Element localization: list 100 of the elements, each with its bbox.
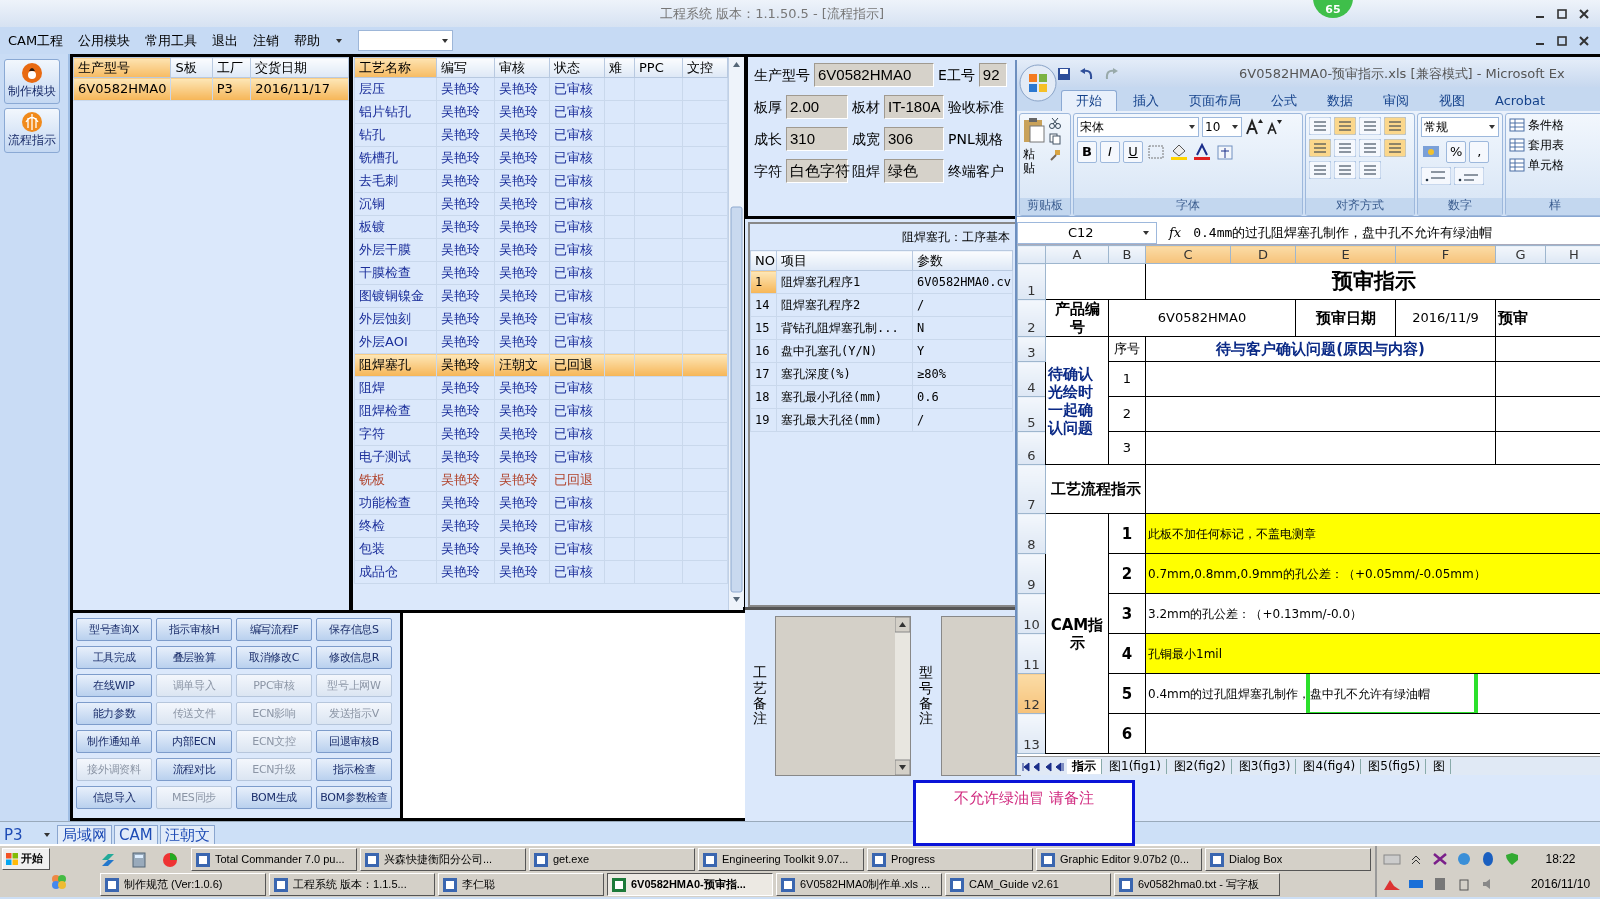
menu-item[interactable]: CAM工程 bbox=[8, 32, 64, 49]
text-field[interactable]: 310 bbox=[786, 127, 848, 151]
redo-icon[interactable] bbox=[1103, 66, 1119, 81]
name-box[interactable]: C12 bbox=[1017, 221, 1157, 244]
sheet-tab[interactable]: 图4(fig4) bbox=[1298, 759, 1362, 774]
taskbar-button[interactable]: CAM_Guide v2.61 bbox=[945, 873, 1111, 896]
action-button[interactable]: 能力参数 bbox=[76, 702, 152, 725]
sidebar-button[interactable]: 制作模块 bbox=[4, 59, 60, 104]
row-header[interactable]: 5 bbox=[1017, 396, 1046, 432]
format-button[interactable]: , bbox=[1469, 141, 1490, 163]
dropdown-field[interactable]: P3 bbox=[0, 826, 55, 844]
font-color-icon[interactable] bbox=[1192, 143, 1212, 161]
row-header[interactable]: 7 bbox=[1017, 464, 1046, 514]
pie-icon[interactable] bbox=[162, 851, 178, 868]
shield-icon[interactable] bbox=[1503, 852, 1521, 867]
format-button[interactable]: U bbox=[1123, 141, 1143, 163]
row-header[interactable]: 8 bbox=[1017, 513, 1046, 554]
taskbar-button[interactable]: get.exe bbox=[529, 848, 695, 871]
tab[interactable]: CAM bbox=[114, 825, 158, 844]
align-icon[interactable] bbox=[1359, 139, 1381, 157]
taskbar-button[interactable]: 工程系统 版本：1.1.5... bbox=[269, 873, 435, 896]
taskbar-button[interactable]: Engineering Toolkit 9.07... bbox=[698, 848, 864, 871]
row-header[interactable]: 2 bbox=[1017, 299, 1046, 337]
align-icon[interactable] bbox=[1359, 161, 1381, 179]
arrows-icon[interactable] bbox=[100, 851, 116, 868]
action-button[interactable]: 取消修改C bbox=[236, 646, 312, 669]
menu-item[interactable]: 常用工具 bbox=[145, 32, 198, 49]
format-button[interactable]: % bbox=[1446, 141, 1467, 163]
taskbar-button[interactable]: Graphic Editor 9.07b2 (0... bbox=[1036, 848, 1202, 871]
tab[interactable]: 汪朝文 bbox=[159, 825, 215, 844]
column-header[interactable]: 编写 bbox=[436, 57, 495, 78]
decimal-icon[interactable] bbox=[1454, 167, 1484, 185]
maximize-icon[interactable] bbox=[1556, 7, 1568, 20]
sheet-tab[interactable]: 图5(fig5) bbox=[1363, 759, 1427, 774]
row-header[interactable]: 1 bbox=[1017, 263, 1046, 300]
text-field[interactable]: 绿色 bbox=[884, 159, 944, 183]
row-header[interactable]: 10 bbox=[1017, 593, 1046, 634]
align-icon[interactable] bbox=[1334, 139, 1356, 157]
action-button[interactable]: 回退审核B bbox=[316, 730, 392, 753]
style-command[interactable]: 单元格 bbox=[1528, 157, 1564, 173]
ribbon-tab[interactable]: 视图 bbox=[1425, 91, 1479, 111]
action-button[interactable]: 编写流程F bbox=[236, 618, 312, 641]
close-icon[interactable] bbox=[1578, 34, 1590, 47]
dropdown-field[interactable] bbox=[358, 30, 454, 51]
column-header[interactable]: PPC bbox=[634, 57, 683, 78]
text-field[interactable]: 92 bbox=[978, 63, 1007, 87]
column-header[interactable]: F bbox=[1395, 245, 1496, 264]
column-header[interactable]: 交货日期 bbox=[250, 57, 349, 78]
calculator-icon[interactable] bbox=[132, 851, 146, 868]
copy-icon[interactable] bbox=[1049, 133, 1061, 145]
table-icon[interactable] bbox=[1509, 137, 1525, 153]
column-header[interactable]: NO bbox=[750, 250, 777, 271]
style-command[interactable]: 条件格 bbox=[1528, 117, 1564, 133]
font-field[interactable]: 宋体 bbox=[1077, 117, 1199, 137]
paste-icon[interactable] bbox=[1023, 117, 1045, 143]
undo-icon[interactable] bbox=[1079, 66, 1095, 81]
menu-item[interactable]: 退出 bbox=[212, 32, 239, 49]
action-button[interactable]: 修改信息R bbox=[316, 646, 392, 669]
ribbon-tab[interactable]: 开始 bbox=[1061, 90, 1117, 111]
column-header[interactable]: S板 bbox=[170, 57, 213, 78]
row-header[interactable]: 6 bbox=[1017, 431, 1046, 465]
action-button[interactable]: 在线WIP bbox=[76, 674, 152, 697]
taskbar-button[interactable]: 6v0582hma0.txt - 写字板 bbox=[1114, 873, 1280, 896]
taskbar-button[interactable]: 6V0582HMA0制作单.xls ... bbox=[776, 873, 942, 896]
action-button[interactable]: 指示审核H bbox=[156, 618, 232, 641]
row-header[interactable]: 11 bbox=[1017, 633, 1046, 674]
ribbon-tab[interactable]: Acrobat bbox=[1481, 91, 1560, 111]
action-button[interactable]: 指示检查 bbox=[316, 758, 392, 781]
maximize-icon[interactable] bbox=[1556, 34, 1568, 47]
align-icon[interactable] bbox=[1309, 117, 1331, 135]
caret-icon[interactable] bbox=[335, 36, 344, 45]
fill-bucket-icon[interactable] bbox=[1169, 143, 1189, 161]
format-button[interactable]: B bbox=[1077, 141, 1097, 163]
column-header[interactable]: 生产型号 bbox=[73, 57, 171, 78]
row-header[interactable]: 13 bbox=[1017, 713, 1046, 754]
table-icon[interactable] bbox=[1509, 117, 1525, 133]
text-field[interactable]: IT-180A bbox=[884, 95, 944, 119]
action-button[interactable]: BOM生成 bbox=[236, 786, 312, 809]
ribbon-tab[interactable]: 插入 bbox=[1119, 91, 1173, 111]
ribbon-tab[interactable]: 公式 bbox=[1257, 91, 1311, 111]
text-field[interactable]: 6V0582HMA0 bbox=[814, 63, 934, 87]
text-field[interactable]: 白色字符 bbox=[786, 159, 848, 183]
menu-item[interactable]: 公用模块 bbox=[78, 32, 131, 49]
text-field[interactable]: 2.00 bbox=[786, 95, 848, 119]
action-button[interactable]: 叠层验算 bbox=[156, 646, 232, 669]
column-header[interactable]: 状态 bbox=[549, 57, 605, 78]
text-field[interactable]: 306 bbox=[884, 127, 944, 151]
taskbar-button[interactable]: 兴森快捷衡阳分公司... bbox=[360, 848, 526, 871]
tab[interactable]: 局域网 bbox=[57, 825, 112, 844]
column-header[interactable]: 文控 bbox=[682, 57, 728, 78]
taskbar-button[interactable]: 6V0582HMA0-预审指... bbox=[607, 873, 773, 896]
function-button[interactable]: fx bbox=[1161, 224, 1190, 241]
column-header[interactable]: 参数 bbox=[912, 250, 1013, 271]
column-header[interactable]: E bbox=[1295, 245, 1396, 264]
row-header[interactable]: 9 bbox=[1017, 553, 1046, 594]
remarks-field[interactable] bbox=[775, 616, 911, 776]
align-icon[interactable] bbox=[1309, 139, 1331, 157]
sidebar-button[interactable]: 流程指示 bbox=[4, 108, 60, 153]
sheet-tab[interactable]: 图3(fig3) bbox=[1233, 759, 1297, 774]
align-icon[interactable] bbox=[1384, 139, 1406, 157]
